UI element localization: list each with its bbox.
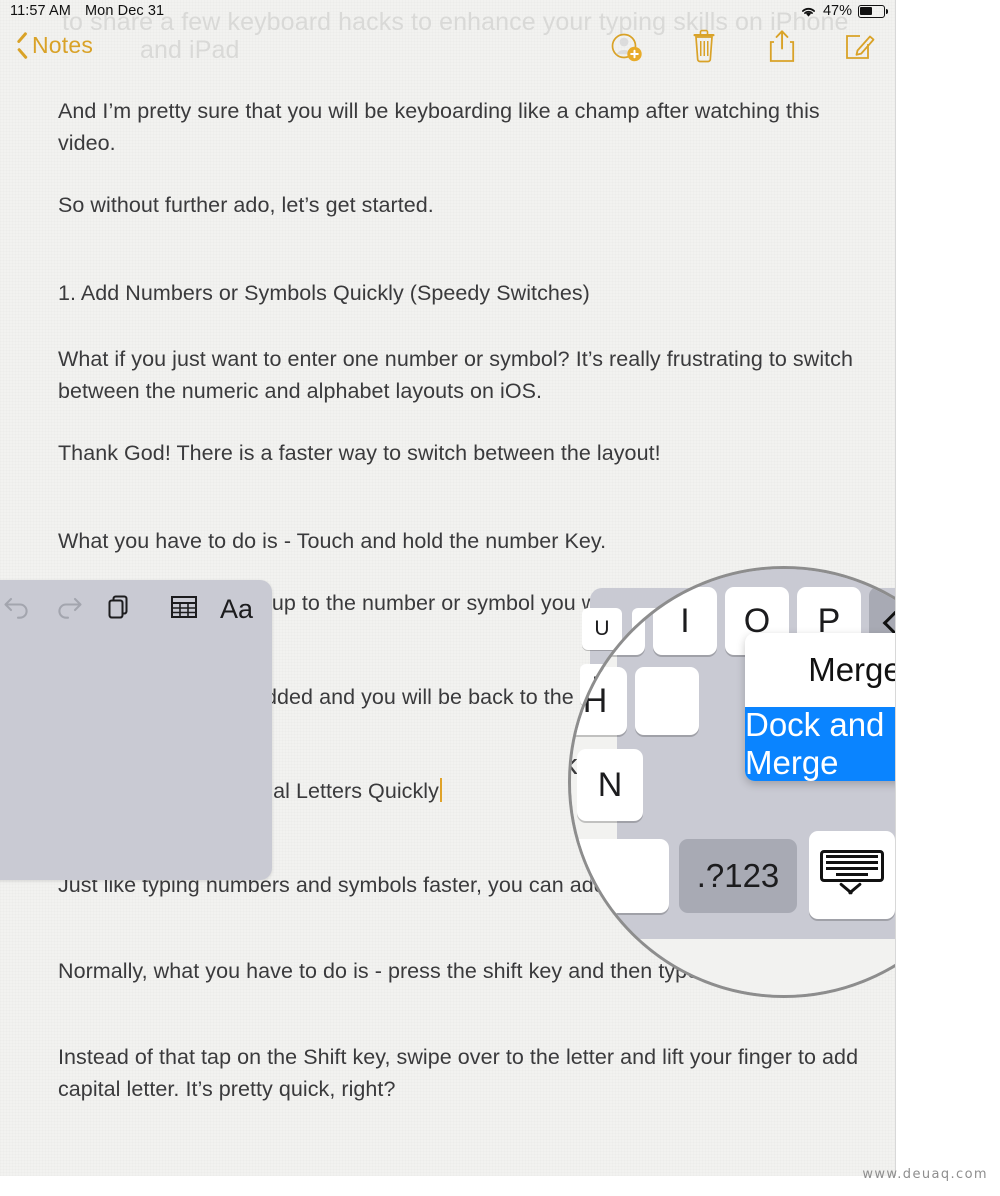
hide-keyboard-icon bbox=[820, 850, 884, 900]
format-aa-icon[interactable]: Aa bbox=[220, 595, 253, 623]
note-paragraph: So without further ado, let’s get starte… bbox=[58, 193, 434, 217]
ipad-notes-screen: to share a few keyboard hacks to enhance… bbox=[0, 0, 896, 1176]
add-person-icon[interactable] bbox=[609, 28, 643, 64]
note-paragraph: What you have to do is - Touch and hold … bbox=[58, 529, 607, 553]
note-paragraph: And I’m pretty sure that you will be key… bbox=[58, 99, 820, 155]
nav-action-buttons bbox=[609, 28, 877, 64]
table-icon[interactable] bbox=[170, 594, 198, 625]
text-caret bbox=[439, 778, 442, 802]
wifi-icon bbox=[800, 5, 817, 18]
status-time: 11:57 AM bbox=[10, 3, 71, 19]
status-date: Mon Dec 31 bbox=[85, 3, 165, 19]
note-heading-1: 1. Add Numbers or Symbols Quickly (Speed… bbox=[58, 281, 590, 305]
menu-item-merge[interactable]: Merge bbox=[745, 633, 895, 707]
note-paragraph: What if you just want to enter one numbe… bbox=[58, 347, 853, 403]
magnified-keyboard: U I O P H N .?123 Merge Dock and Merge bbox=[571, 569, 895, 939]
compose-icon[interactable] bbox=[843, 28, 877, 64]
note-paragraph: Thank God! There is a faster way to swit… bbox=[58, 441, 661, 465]
status-bar: 11:57 AM Mon Dec 31 47% bbox=[0, 0, 895, 24]
magnifier-content: ool k t ou can U I O P H N bbox=[571, 569, 895, 995]
magnified-note-text-3: ou can bbox=[571, 947, 647, 979]
split-keyboard-left: Aa Q W E R T A S D F G Z X C V .?123 bbox=[0, 580, 272, 880]
chevron-left-icon bbox=[14, 35, 27, 57]
magnifier-callout: ool k t ou can U I O P H N bbox=[568, 566, 895, 998]
back-button-label: Notes bbox=[32, 32, 94, 58]
trash-icon[interactable] bbox=[687, 28, 721, 64]
magnified-key-hide-keyboard[interactable] bbox=[809, 831, 895, 919]
magnified-key-N[interactable]: N bbox=[577, 749, 643, 821]
note-paragraph: Instead of that tap on the Shift key, sw… bbox=[58, 1045, 859, 1101]
magnified-key-H[interactable]: H bbox=[571, 667, 627, 735]
magnified-key-I[interactable]: I bbox=[653, 587, 717, 655]
magnified-key-numbers[interactable]: .?123 bbox=[679, 839, 797, 913]
menu-item-dock-and-merge[interactable]: Dock and Merge bbox=[745, 706, 895, 781]
keyboard-context-menu: Merge Dock and Merge bbox=[745, 633, 895, 781]
undo-icon[interactable] bbox=[2, 594, 32, 625]
battery-icon bbox=[858, 4, 888, 18]
status-bar-left: 11:57 AM Mon Dec 31 bbox=[10, 3, 164, 19]
back-to-notes-button[interactable]: Notes bbox=[14, 32, 93, 59]
watermark: www.deuaq.com bbox=[862, 1167, 988, 1182]
magnified-key-U[interactable]: U bbox=[581, 587, 645, 655]
share-icon[interactable] bbox=[765, 28, 799, 64]
paste-icon[interactable] bbox=[106, 593, 132, 626]
magnified-key-J[interactable] bbox=[635, 667, 699, 735]
magnified-key-space[interactable] bbox=[571, 839, 669, 913]
keyboard-toolbar: Aa bbox=[2, 588, 260, 630]
redo-icon[interactable] bbox=[54, 594, 84, 625]
status-bar-right: 47% bbox=[800, 3, 888, 19]
navigation-bar: Notes bbox=[0, 28, 895, 73]
battery-percent: 47% bbox=[822, 3, 852, 19]
